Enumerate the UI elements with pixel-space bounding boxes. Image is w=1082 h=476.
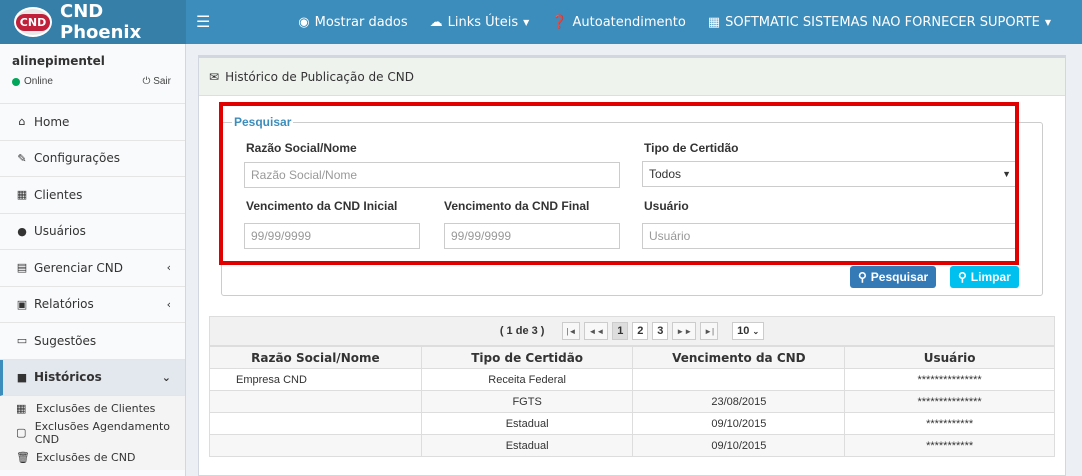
sidebar: alinepimentel Online ⏻ Sair ⌂ Home ✎ Confi… <box>0 44 186 476</box>
logo-badge: CND <box>14 7 52 37</box>
sidebar-subitem-exclusoes-agendamento[interactable]: ▢ Exclusões Agendamento CND <box>0 420 185 446</box>
table-row[interactable]: Empresa CND Receita Federal ************… <box>209 368 1055 391</box>
razao-label: Razão Social/Nome <box>246 141 357 155</box>
brand-name: CND Phoenix <box>60 1 142 43</box>
search-button[interactable]: ⚲ Pesquisar <box>850 266 937 288</box>
cloud-icon: ☁ <box>429 14 443 30</box>
search-legend: Pesquisar <box>232 115 294 129</box>
col-header-tipo[interactable]: Tipo de Certidão <box>420 346 634 369</box>
pager-status: ( 1 de 3 ) <box>499 325 545 337</box>
clear-button[interactable]: ⚲ Limpar <box>950 266 1019 288</box>
question-icon: ❓ <box>551 14 568 30</box>
sidebar-item-configuracoes[interactable]: ✎ Configurações <box>0 141 185 177</box>
tipo-label: Tipo de Certidão <box>644 141 739 155</box>
sidebar-item-clientes[interactable]: ▦ Clientes <box>0 177 185 214</box>
search-fieldset: Pesquisar Razão Social/Nome Razão Social… <box>221 115 1043 296</box>
logout-link[interactable]: ⏻ Sair <box>143 76 172 87</box>
useful-links-dropdown[interactable]: ☁ Links Úteis ▼ <box>419 15 541 30</box>
sidebar-item-gerenciar-cnd[interactable]: ▤ Gerenciar CND ‹ <box>0 250 185 287</box>
tipo-select[interactable]: Todos ▼ <box>642 161 1018 187</box>
chevron-left-icon: ‹ <box>166 297 171 311</box>
building-icon: ▦ <box>16 401 27 415</box>
usuario-input[interactable]: Usuário <box>642 223 1018 249</box>
home-icon: ⌂ <box>18 115 26 129</box>
caret-down-icon: ▼ <box>523 17 530 27</box>
paginator: ( 1 de 3 ) |◄ ◄◄ 1 2 3 ►► ►| 10 ⌄ <box>209 316 1055 346</box>
online-dot-icon <box>12 77 20 86</box>
user-icon: ● <box>17 224 27 238</box>
col-header-vencimento[interactable]: Vencimento da CND <box>632 346 846 369</box>
sidebar-item-historicos[interactable]: ■ Históricos ⌄ <box>0 359 185 396</box>
chevron-left-icon: ‹ <box>166 261 171 275</box>
sidebar-item-usuarios[interactable]: ● Usuários <box>0 214 185 250</box>
chevron-down-icon: ⌄ <box>161 370 171 384</box>
user-name: alinepimentel <box>12 54 105 68</box>
razao-input[interactable]: Razão Social/Nome <box>244 162 620 188</box>
venc-final-label: Vencimento da CND Final <box>444 199 590 213</box>
panel-title: Histórico de Publicação de CND <box>225 69 414 84</box>
comments-icon: ▭ <box>16 334 28 348</box>
col-header-usuario[interactable]: Usuário <box>844 346 1055 369</box>
eye-icon: ◉ <box>298 14 310 30</box>
page-3-button[interactable]: 3 <box>652 322 669 340</box>
user-panel: alinepimentel Online ⏻ Sair <box>0 44 185 104</box>
power-icon: ⏻ <box>142 76 151 87</box>
page-1-button[interactable]: 1 <box>612 322 629 340</box>
company-dropdown[interactable]: ▦ SOFTMATIC SISTEMAS NAO FORNECER SUPORTE… <box>697 15 1062 30</box>
show-data-link[interactable]: ◉ Mostrar dados <box>287 15 418 30</box>
rows-per-page-select[interactable]: 10 ⌄ <box>732 322 765 340</box>
last-page-button[interactable]: ►| <box>700 322 719 340</box>
venc-inicial-input[interactable]: 99/99/9999 <box>244 223 420 249</box>
col-header-razao[interactable]: Razão Social/Nome <box>209 346 422 369</box>
trash-icon: 🗑 <box>16 450 30 464</box>
table-row[interactable]: Estadual 09/10/2015 *********** <box>209 412 1055 435</box>
venc-final-input[interactable]: 99/99/9999 <box>444 223 620 249</box>
brand-logo[interactable]: CND CND Phoenix <box>0 0 186 44</box>
history-icon: ■ <box>16 370 28 384</box>
table-row[interactable]: FGTS 23/08/2015 *************** <box>209 390 1055 413</box>
envelope-icon: ✉ <box>209 69 220 84</box>
panel-header: ✉ Histórico de Publicação de CND <box>199 58 1065 96</box>
self-service-link[interactable]: ❓ Autoatendimento <box>540 15 697 30</box>
sidebar-item-home[interactable]: ⌂ Home <box>0 104 185 141</box>
next-page-button[interactable]: ►► <box>672 322 697 340</box>
building-icon: ▦ <box>16 188 28 202</box>
sidebar-subitem-exclusoes-cnd[interactable]: 🗑 Exclusões de CND <box>0 445 185 470</box>
caret-down-icon: ▼ <box>1002 169 1011 179</box>
chevron-down-icon: ⌄ <box>752 326 760 336</box>
calendar-icon: ▢ <box>16 426 27 440</box>
sidebar-subitem-exclusoes-clientes[interactable]: ▦ Exclusões de Clientes <box>0 396 185 421</box>
results-table-container: ( 1 de 3 ) |◄ ◄◄ 1 2 3 ►► ►| 10 ⌄ Razão … <box>209 316 1055 476</box>
results-table: Razão Social/Nome Tipo de Certidão Venci… <box>209 346 1055 457</box>
venc-inicial-label: Vencimento da CND Inicial <box>246 199 398 213</box>
wrench-icon: ✎ <box>17 151 27 165</box>
page-2-button[interactable]: 2 <box>632 322 649 340</box>
caret-down-icon: ▼ <box>1044 17 1051 27</box>
sidebar-item-sugestoes[interactable]: ▭ Sugestões <box>0 323 185 360</box>
prev-page-button[interactable]: ◄◄ <box>584 322 609 340</box>
top-navbar: CND CND Phoenix ☰ ◉ Mostrar dados ☁ Links … <box>0 0 1082 44</box>
main-panel: ✉ Histórico de Publicação de CND Pesquis… <box>198 55 1066 476</box>
building-icon: ▦ <box>707 14 721 30</box>
menu-toggle-icon[interactable]: ☰ <box>196 12 210 32</box>
search-icon: ⚲ <box>858 270 867 284</box>
table-row[interactable]: Estadual 09/10/2015 *********** <box>209 434 1055 457</box>
first-page-button[interactable]: |◄ <box>562 322 581 340</box>
report-icon: ▣ <box>16 297 28 311</box>
usuario-label: Usuário <box>644 199 689 213</box>
calendar-icon: ▤ <box>16 261 28 275</box>
sidebar-item-relatorios[interactable]: ▣ Relatórios ‹ <box>0 287 185 323</box>
clear-icon: ⚲ <box>958 270 967 284</box>
